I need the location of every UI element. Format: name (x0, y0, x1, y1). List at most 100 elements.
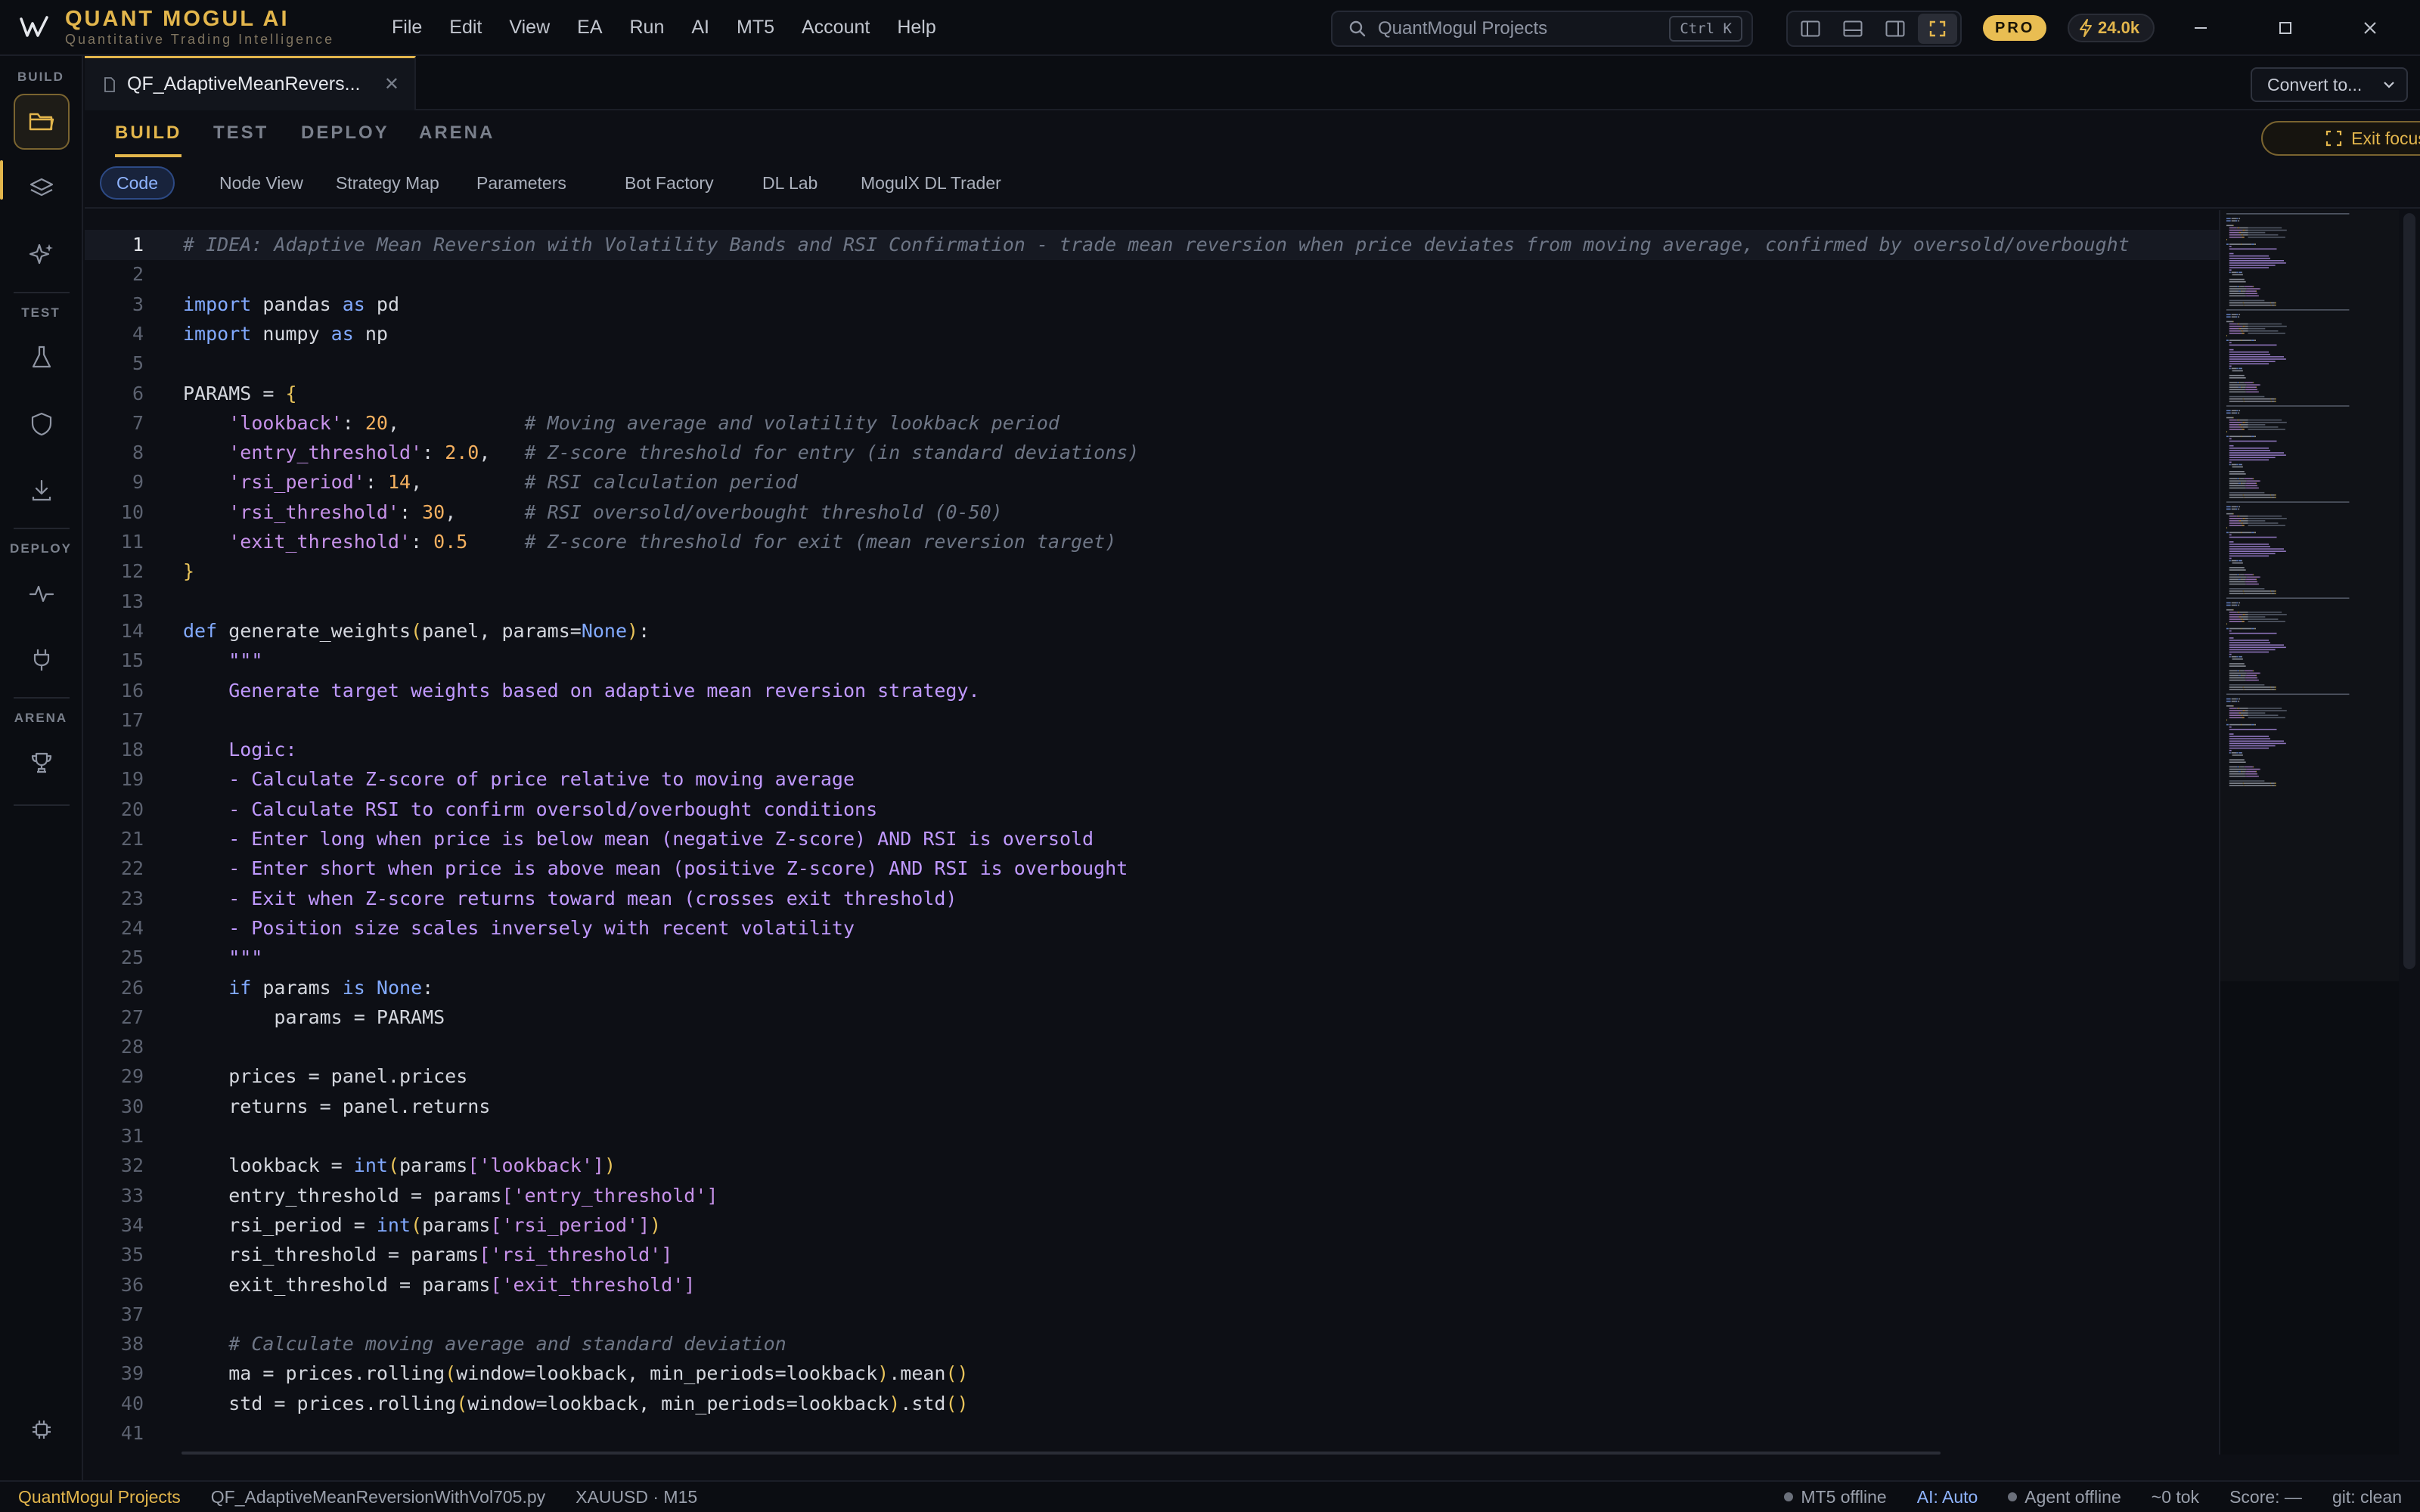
tab-deploy[interactable]: DEPLOY (301, 122, 389, 157)
menu-ea[interactable]: EA (563, 8, 616, 47)
menu-account[interactable]: Account (788, 8, 883, 47)
code-line[interactable]: 39 ma = prices.rolling(window=lookback, … (85, 1359, 2219, 1389)
code-line[interactable]: 20 - Calculate RSI to confirm oversold/o… (85, 795, 2219, 825)
code-line[interactable]: 6 PARAMS = { (85, 379, 2219, 409)
status-project[interactable]: QuantMogul Projects (0, 1487, 196, 1507)
minimize-button[interactable] (2178, 11, 2223, 45)
code-line[interactable]: 1 # IDEA: Adaptive Mean Reversion with Vo… (85, 230, 2219, 260)
toggle-left-panel-button[interactable] (1791, 14, 1830, 44)
code-line[interactable]: 38 # Calculate moving average and standa… (85, 1329, 2219, 1359)
subtab-bot-factory[interactable]: Bot Factory (608, 166, 731, 200)
code-line[interactable]: 32 lookback = int(params['lookback']) (85, 1151, 2219, 1181)
risk-button[interactable] (14, 396, 70, 452)
scrollbar-thumb[interactable] (2403, 213, 2415, 969)
tab-arena[interactable]: ARENA (419, 122, 495, 157)
subtab-strategy-map[interactable]: Strategy Map (319, 166, 456, 200)
menu-view[interactable]: View (495, 8, 563, 47)
leaderboard-button[interactable] (14, 735, 70, 791)
subtab-mogulx-dl-trader[interactable]: MogulX DL Trader (844, 166, 1018, 200)
settings-button[interactable] (14, 1402, 70, 1458)
code-line[interactable]: 34 rsi_period = int(params['rsi_period']… (85, 1210, 2219, 1241)
status-ai[interactable]: AI: Auto (1902, 1487, 1993, 1507)
code-line[interactable]: 17 (85, 705, 2219, 736)
code-line[interactable]: 31 (85, 1121, 2219, 1151)
status-agent-label: Agent offline (2024, 1486, 2121, 1507)
convert-dropdown[interactable]: Convert to... (2251, 67, 2408, 102)
code-token: pandas (251, 293, 343, 315)
menu-file[interactable]: File (378, 8, 436, 47)
maximize-button[interactable] (2263, 11, 2308, 45)
ai-assist-button[interactable] (14, 227, 70, 283)
minimap-viewport[interactable] (2220, 210, 2399, 981)
menu-run[interactable]: Run (616, 8, 678, 47)
close-tab-icon[interactable]: ✕ (384, 73, 399, 95)
close-window-button[interactable] (2347, 11, 2393, 45)
code-token: as (330, 322, 354, 345)
tab-test[interactable]: TEST (213, 122, 268, 157)
search-box[interactable]: QuantMogul Projects Ctrl K (1331, 11, 1753, 47)
exit-focus-button[interactable]: Exit focus (2261, 121, 2420, 156)
code-line[interactable]: 4 import numpy as np (85, 319, 2219, 349)
code-line[interactable]: 15 """ (85, 646, 2219, 676)
export-button[interactable] (14, 463, 70, 519)
backtest-button[interactable] (14, 330, 70, 386)
subtab-code[interactable]: Code (100, 166, 175, 200)
tab-build[interactable]: BUILD (115, 122, 182, 157)
code-line[interactable]: 5 (85, 349, 2219, 379)
code-line[interactable]: 3 import pandas as pd (85, 290, 2219, 320)
code-line[interactable]: 23 - Exit when Z-score returns toward me… (85, 884, 2219, 914)
file-tab[interactable]: QF_AdaptiveMeanRevers... ✕ (85, 56, 416, 110)
code-line[interactable]: 18 Logic: (85, 735, 2219, 765)
code-line[interactable]: 7 'lookback': 20, # Moving average and v… (85, 408, 2219, 438)
code-line[interactable]: 40 std = prices.rolling(window=lookback,… (85, 1389, 2219, 1419)
code-line[interactable]: 2 (85, 259, 2219, 290)
code-line[interactable]: 29 prices = panel.prices (85, 1061, 2219, 1092)
code-line[interactable]: 37 (85, 1300, 2219, 1330)
status-mt5[interactable]: MT5 offline (1769, 1487, 1901, 1507)
code-line[interactable]: 25 """ (85, 943, 2219, 973)
code-line[interactable]: 12} (85, 556, 2219, 587)
subtab-dl-lab[interactable]: DL Lab (746, 166, 834, 200)
plan-badge[interactable]: PRO (1983, 15, 2047, 41)
plug-icon (33, 649, 50, 671)
code-line[interactable]: 16 Generate target weights based on adap… (85, 676, 2219, 706)
code-line[interactable]: 35 rsi_threshold = params['rsi_threshold… (85, 1240, 2219, 1270)
live-monitor-button[interactable] (14, 565, 70, 621)
code-line[interactable]: 33 entry_threshold = params['entry_thres… (85, 1181, 2219, 1211)
code-line[interactable]: 22 - Enter short when price is above mea… (85, 854, 2219, 884)
credits-badge[interactable]: 24.0k (2068, 14, 2155, 42)
status-agent[interactable]: Agent offline (1993, 1487, 2136, 1507)
status-symbol[interactable]: XAUUSD · M15 (560, 1487, 712, 1507)
code-line[interactable]: 14 def generate_weights(panel, params=Non… (85, 616, 2219, 646)
code-line[interactable]: 24 - Position size scales inversely with… (85, 913, 2219, 943)
menu-ai[interactable]: AI (678, 8, 723, 47)
toggle-bottom-panel-button[interactable] (1833, 14, 1872, 44)
code-line[interactable]: 27 params = PARAMS (85, 1002, 2219, 1033)
code-line[interactable]: 9 'rsi_period': 14, # RSI calculation pe… (85, 467, 2219, 497)
code-line[interactable]: 26 if params is None: (85, 973, 2219, 1003)
code-line[interactable]: 36 exit_threshold = params['exit_thresho… (85, 1270, 2219, 1300)
code-line[interactable]: 41 (85, 1418, 2219, 1448)
code-line[interactable]: 30 returns = panel.returns (85, 1092, 2219, 1122)
menu-mt5[interactable]: MT5 (723, 8, 788, 47)
code-line[interactable]: 10 'rsi_threshold': 30, # RSI oversold/o… (85, 497, 2219, 528)
vertical-scrollbar[interactable] (2399, 210, 2420, 1455)
focus-mode-button[interactable] (1918, 14, 1957, 44)
toggle-right-panel-button[interactable] (1876, 14, 1915, 44)
menu-edit[interactable]: Edit (436, 8, 495, 47)
code-line[interactable]: 11 'exit_threshold': 0.5 # Z-score thres… (85, 527, 2219, 557)
code-line[interactable]: 19 - Calculate Z-score of price relative… (85, 764, 2219, 795)
code-line[interactable]: 28 (85, 1032, 2219, 1062)
code-line[interactable]: 21 - Enter long when price is below mean… (85, 824, 2219, 854)
layers-button[interactable] (14, 160, 70, 216)
code-line[interactable]: 13 (85, 587, 2219, 617)
menu-help[interactable]: Help (883, 8, 949, 47)
horizontal-scrollbar[interactable] (182, 1452, 1941, 1455)
code-editor[interactable]: 1 # IDEA: Adaptive Mean Reversion with Vo… (85, 210, 2219, 1455)
subtab-parameters[interactable]: Parameters (460, 166, 583, 200)
explorer-button[interactable] (14, 94, 70, 150)
code-line[interactable]: 8 'entry_threshold': 2.0, # Z-score thre… (85, 438, 2219, 468)
subtab-node-view[interactable]: Node View (203, 166, 320, 200)
connect-button[interactable] (14, 632, 70, 688)
minimap[interactable] (2219, 210, 2399, 1455)
